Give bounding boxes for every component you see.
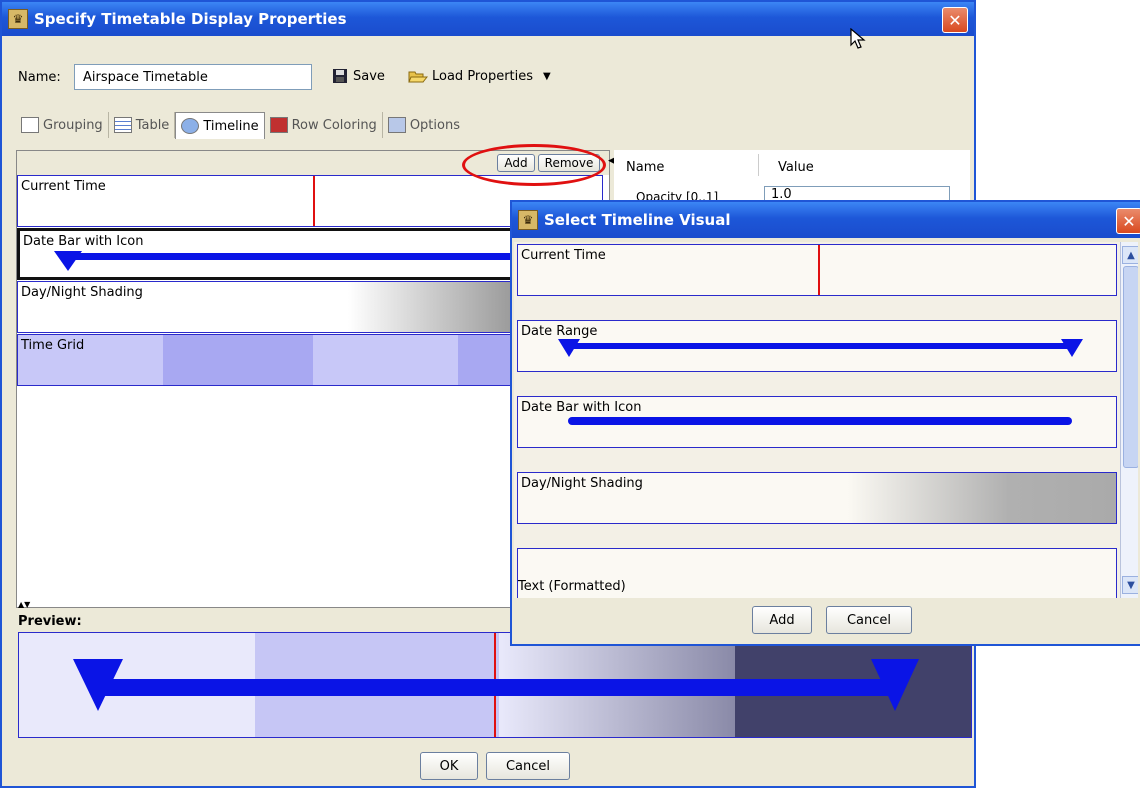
select-visual-close-button[interactable]: ✕ xyxy=(1116,208,1140,234)
name-input[interactable] xyxy=(74,64,312,90)
cancel-button[interactable]: Cancel xyxy=(486,752,570,780)
shading-gradient xyxy=(848,473,1116,523)
app-icon: ♛ xyxy=(518,210,538,230)
main-close-button[interactable]: ✕ xyxy=(942,7,968,33)
save-button[interactable]: Save xyxy=(332,68,385,84)
dropdown-arrow-icon: ▼ xyxy=(543,70,551,82)
mouse-cursor-icon xyxy=(850,27,866,54)
option-date-bar-with-icon[interactable]: Date Bar with Icon xyxy=(517,396,1117,448)
option-current-time[interactable]: Current Time xyxy=(517,244,1117,296)
option-day-night-shading[interactable]: Day/Night Shading xyxy=(517,472,1117,524)
option-date-range[interactable]: Date Range xyxy=(517,320,1117,372)
grouping-icon xyxy=(21,117,39,133)
tab-options[interactable]: Options xyxy=(383,112,465,138)
date-range-graphic xyxy=(558,339,1083,357)
select-add-button[interactable]: Add xyxy=(752,606,812,634)
ok-button[interactable]: OK xyxy=(420,752,478,780)
load-properties-label: Load Properties xyxy=(432,68,534,84)
scroll-down-icon[interactable]: ▼ xyxy=(1122,576,1138,594)
preview-date-bar-graphic xyxy=(73,659,919,711)
open-folder-icon xyxy=(408,71,428,83)
timeline-clock-icon xyxy=(181,118,200,134)
tab-strip: Grouping Table Timeline Row Coloring Opt… xyxy=(16,112,465,139)
select-visual-titlebar[interactable]: ♛ Select Timeline Visual xyxy=(512,202,1140,238)
tab-timeline[interactable]: Timeline xyxy=(175,112,265,139)
name-label: Name: xyxy=(18,70,61,85)
paint-bucket-icon xyxy=(269,117,288,133)
table-icon xyxy=(113,117,132,133)
load-properties-button[interactable]: Load Properties ▼ xyxy=(408,68,551,84)
current-time-line xyxy=(818,245,820,295)
tab-table[interactable]: Table xyxy=(109,112,176,138)
select-cancel-button[interactable]: Cancel xyxy=(826,606,912,634)
floppy-disk-icon xyxy=(333,69,347,83)
main-titlebar[interactable]: ♛ Specify Timetable Display Properties xyxy=(2,2,974,36)
options-icon xyxy=(387,117,406,133)
tab-row-coloring[interactable]: Row Coloring xyxy=(265,112,383,138)
select-visual-dialog: ♛ Select Timeline Visual ✕ Current Time … xyxy=(510,200,1140,646)
preview-label: Preview: xyxy=(18,614,82,629)
tab-grouping[interactable]: Grouping xyxy=(16,112,109,138)
grid-band xyxy=(163,335,313,385)
save-label: Save xyxy=(353,68,385,84)
option-text-formatted[interactable]: Text (Formatted) xyxy=(517,548,1117,598)
current-time-line xyxy=(313,176,315,226)
property-value-header[interactable]: Value xyxy=(778,160,814,175)
scroll-up-icon[interactable]: ▲ xyxy=(1122,246,1138,264)
list-scrollbar[interactable]: ▲ ▼ xyxy=(1120,242,1138,598)
main-dialog-title: Specify Timetable Display Properties xyxy=(34,10,347,28)
scroll-thumb[interactable] xyxy=(1123,266,1138,468)
splitter-arrows-icon[interactable]: ▲▼ xyxy=(18,600,30,609)
property-name-header[interactable]: Name xyxy=(626,160,664,175)
select-visual-title: Select Timeline Visual xyxy=(544,211,731,229)
visual-options-list: Current Time Date Range Date Bar with Ic… xyxy=(514,242,1138,598)
preview-panel xyxy=(18,632,972,738)
app-icon: ♛ xyxy=(8,9,28,29)
highlight-ellipse xyxy=(462,144,606,186)
date-bar-graphic xyxy=(568,417,1072,425)
